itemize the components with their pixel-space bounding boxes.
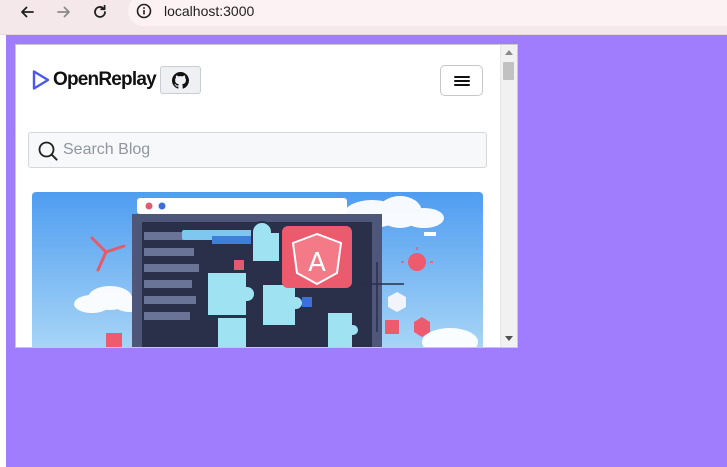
search-icon	[38, 141, 58, 161]
arrow-right-icon	[57, 6, 70, 18]
svg-text:A: A	[308, 248, 326, 278]
scroll-thumb[interactable]	[503, 62, 514, 80]
scroll-up-arrow-icon[interactable]	[505, 50, 513, 55]
scroll-down-arrow-icon[interactable]	[505, 336, 513, 341]
hamburger-icon	[453, 75, 470, 86]
forward-button[interactable]	[52, 2, 76, 22]
search-box[interactable]	[28, 132, 487, 168]
logo-text: OpenReplay	[53, 69, 157, 90]
vertical-scrollbar[interactable]	[500, 45, 517, 347]
reload-button[interactable]	[88, 2, 112, 22]
angular-puzzle-illustration: A	[32, 192, 483, 347]
blog-hero-image[interactable]: A	[32, 192, 483, 347]
menu-toggle-button[interactable]	[440, 65, 483, 96]
url-text[interactable]: localhost:3000	[164, 3, 254, 20]
arrow-left-icon	[21, 6, 34, 18]
info-icon[interactable]	[136, 3, 152, 19]
github-icon	[172, 71, 189, 89]
back-button[interactable]	[15, 2, 39, 22]
left-edge-strip	[0, 35, 6, 467]
browser-toolbar: localhost:3000	[0, 0, 727, 35]
mobile-viewport: OpenReplay Search Blog A	[15, 44, 518, 348]
logo[interactable]: OpenReplay	[31, 69, 157, 91]
search-input[interactable]	[63, 133, 478, 167]
play-logo-icon	[32, 70, 50, 90]
github-button[interactable]	[160, 66, 201, 94]
reload-icon	[94, 4, 106, 18]
